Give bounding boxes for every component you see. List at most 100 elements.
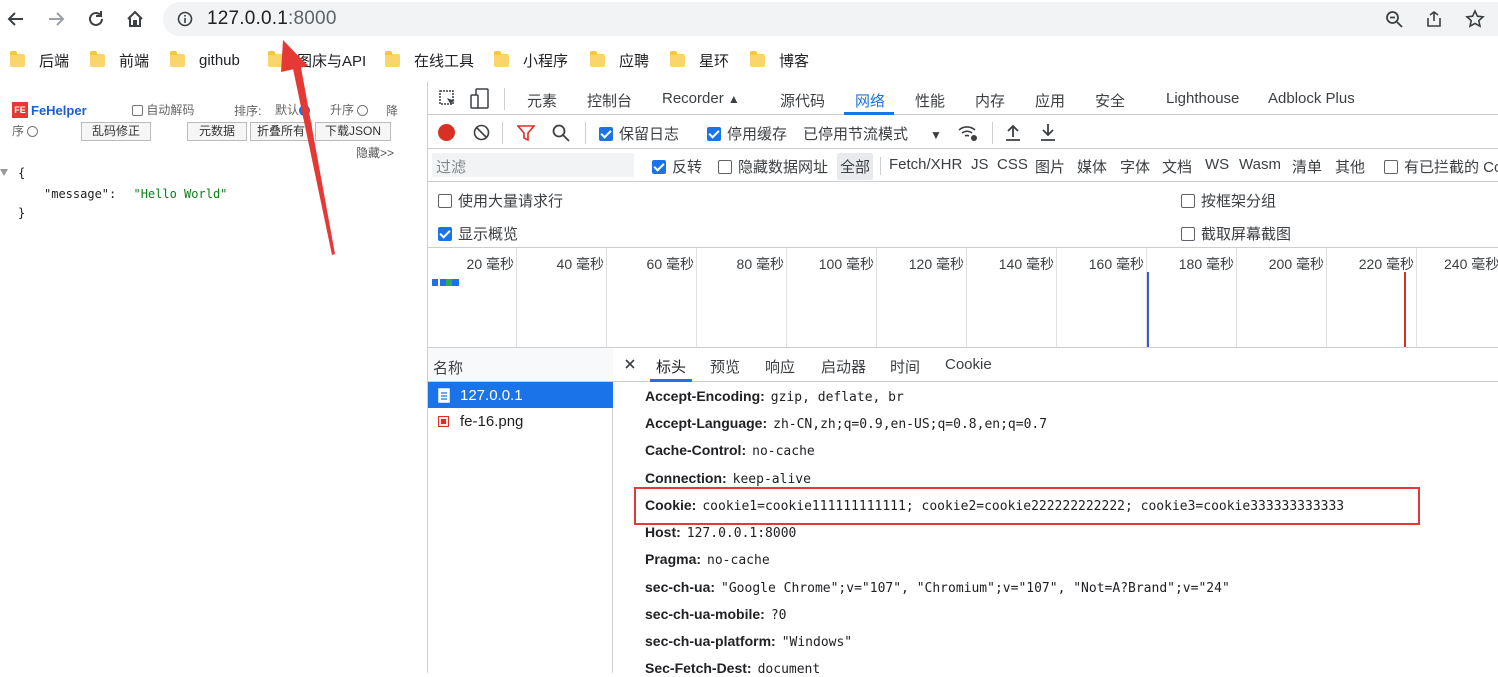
checkbox[interactable]: [132, 105, 143, 117]
reload-button[interactable]: [83, 6, 109, 32]
import-har-icon[interactable]: [1005, 123, 1021, 141]
back-button[interactable]: [3, 6, 29, 32]
bookmark-folder[interactable]: 小程序: [494, 49, 568, 71]
filter-icon[interactable]: [517, 124, 535, 142]
tab-timing[interactable]: 时间: [890, 356, 920, 377]
sort-desc-option[interactable]: 序: [12, 122, 39, 139]
tab-sources[interactable]: 源代码: [780, 90, 825, 111]
timeline-gridline: [696, 248, 697, 347]
filter-type-ws[interactable]: WS: [1205, 156, 1229, 173]
throttling-select[interactable]: 已停用节流模式 ▼: [803, 123, 942, 144]
filter-type-doc[interactable]: 文档: [1162, 156, 1192, 177]
info-icon[interactable]: [177, 11, 193, 27]
bookmark-folder[interactable]: 前端: [90, 49, 149, 71]
tab-response[interactable]: 响应: [765, 356, 795, 377]
tab-elements[interactable]: 元素: [527, 90, 557, 111]
fix-encoding-button[interactable]: 乱码修正: [81, 122, 151, 141]
checkbox[interactable]: [1384, 160, 1398, 174]
checkbox[interactable]: [718, 160, 732, 174]
filter-input[interactable]: 过滤: [432, 153, 634, 177]
fold-all-button[interactable]: 折叠所有: [250, 122, 312, 141]
auto-decode-option[interactable]: 自动解码: [132, 101, 194, 118]
record-button[interactable]: [438, 124, 455, 141]
inspect-element-icon[interactable]: [438, 89, 458, 109]
download-json-button[interactable]: 下载JSON: [315, 122, 391, 141]
bookmark-folder[interactable]: 后端: [10, 49, 69, 71]
tab-cookies[interactable]: Cookie: [945, 356, 992, 373]
filter-type-other[interactable]: 其他: [1335, 156, 1365, 177]
tab-memory[interactable]: 内存: [975, 90, 1005, 111]
hide-toolbar-link[interactable]: 隐藏>>: [356, 144, 394, 161]
timeline-gridline: [1236, 248, 1237, 347]
bookmark-star-icon[interactable]: [1465, 9, 1485, 29]
invert-checkbox[interactable]: 反转: [652, 156, 702, 177]
checkbox[interactable]: [1181, 227, 1195, 241]
radio[interactable]: [27, 126, 39, 138]
request-row[interactable]: fe-16.png: [428, 408, 613, 434]
tab-preview[interactable]: 预览: [710, 356, 740, 377]
checkbox-checked[interactable]: [599, 127, 613, 141]
tab-headers[interactable]: 标头: [656, 356, 686, 377]
tab-console[interactable]: 控制台: [587, 90, 632, 111]
filter-type-font[interactable]: 字体: [1120, 156, 1150, 177]
filter-type-img[interactable]: 图片: [1035, 156, 1065, 177]
large-rows-checkbox[interactable]: 使用大量请求行: [438, 190, 563, 211]
radio[interactable]: [357, 105, 369, 117]
bookmark-folder[interactable]: 图床与API: [268, 49, 366, 71]
zoom-icon[interactable]: [1385, 10, 1403, 28]
checkbox[interactable]: [1181, 194, 1195, 208]
show-overview-checkbox[interactable]: 显示概览: [438, 223, 518, 244]
blocked-cookies-checkbox[interactable]: 有已拦截的 Co: [1384, 156, 1498, 177]
sort-asc-option[interactable]: 升序: [330, 101, 369, 118]
sort-default-option[interactable]: 默认: [275, 101, 311, 118]
metadata-button[interactable]: 元数据: [187, 122, 247, 141]
filter-type-manifest[interactable]: 清单: [1292, 156, 1322, 177]
bookmark-folder[interactable]: 博客: [750, 49, 809, 71]
tab-performance[interactable]: 性能: [915, 90, 945, 111]
disable-cache-checkbox[interactable]: 停用缓存: [707, 123, 787, 144]
device-toolbar-icon[interactable]: [470, 88, 490, 110]
filter-type-js[interactable]: JS: [971, 156, 989, 173]
tab-network[interactable]: 网络: [855, 90, 885, 111]
network-conditions-icon[interactable]: [957, 123, 979, 143]
close-icon[interactable]: [625, 359, 635, 369]
filter-type-css[interactable]: CSS: [997, 156, 1028, 173]
share-icon[interactable]: [1425, 10, 1443, 28]
bookmark-folder[interactable]: github: [170, 49, 240, 71]
clear-icon[interactable]: [473, 124, 490, 141]
capture-screenshots-checkbox[interactable]: 截取屏幕截图: [1181, 223, 1291, 244]
preserve-log-checkbox[interactable]: 保留日志: [599, 123, 679, 144]
tab-recorder[interactable]: Recorder ▲: [662, 90, 740, 107]
tab-adblock-plus[interactable]: Adblock Plus: [1268, 90, 1355, 107]
filter-type-media[interactable]: 媒体: [1077, 156, 1107, 177]
filter-type-fetch-xhr[interactable]: Fetch/XHR: [889, 156, 962, 173]
filter-type-wasm[interactable]: Wasm: [1239, 156, 1281, 173]
tab-initiator[interactable]: 启动器: [821, 356, 866, 377]
checkbox-checked[interactable]: [652, 160, 666, 174]
checkbox[interactable]: [438, 194, 452, 208]
timeline-tick-label: 20 毫秒: [466, 256, 514, 272]
tab-security[interactable]: 安全: [1095, 90, 1125, 111]
bookmark-folder[interactable]: 在线工具: [385, 49, 474, 71]
checkbox-checked[interactable]: [707, 127, 721, 141]
fehelper-logo: FE FeHelper: [12, 102, 87, 118]
search-icon[interactable]: [552, 124, 570, 142]
hide-data-urls-checkbox[interactable]: 隐藏数据网址: [718, 156, 828, 177]
overview-timeline[interactable]: 20 毫秒 40 毫秒 60 毫秒 80 毫秒 100 毫秒 120 毫秒 14…: [428, 248, 1498, 348]
bookmark-folder[interactable]: 星环: [670, 49, 729, 71]
checkbox-checked[interactable]: [438, 227, 452, 241]
forward-button[interactable]: [43, 6, 69, 32]
bookmark-folder[interactable]: 应聘: [590, 49, 649, 71]
filter-type-all[interactable]: 全部: [837, 153, 874, 180]
tab-application[interactable]: 应用: [1035, 90, 1065, 111]
radio[interactable]: [299, 105, 311, 117]
export-har-icon[interactable]: [1040, 123, 1056, 141]
request-row[interactable]: 127.0.0.1: [428, 382, 613, 408]
tab-lighthouse[interactable]: Lighthouse: [1166, 90, 1239, 107]
address-bar[interactable]: 127.0.0.1:8000: [163, 2, 1498, 36]
home-button[interactable]: [122, 6, 148, 32]
url-text[interactable]: 127.0.0.1:8000: [207, 8, 337, 30]
collapse-toggle-icon[interactable]: [0, 169, 8, 176]
request-list-header[interactable]: 名称: [428, 348, 613, 382]
group-by-frame-checkbox[interactable]: 按框架分组: [1181, 190, 1276, 211]
